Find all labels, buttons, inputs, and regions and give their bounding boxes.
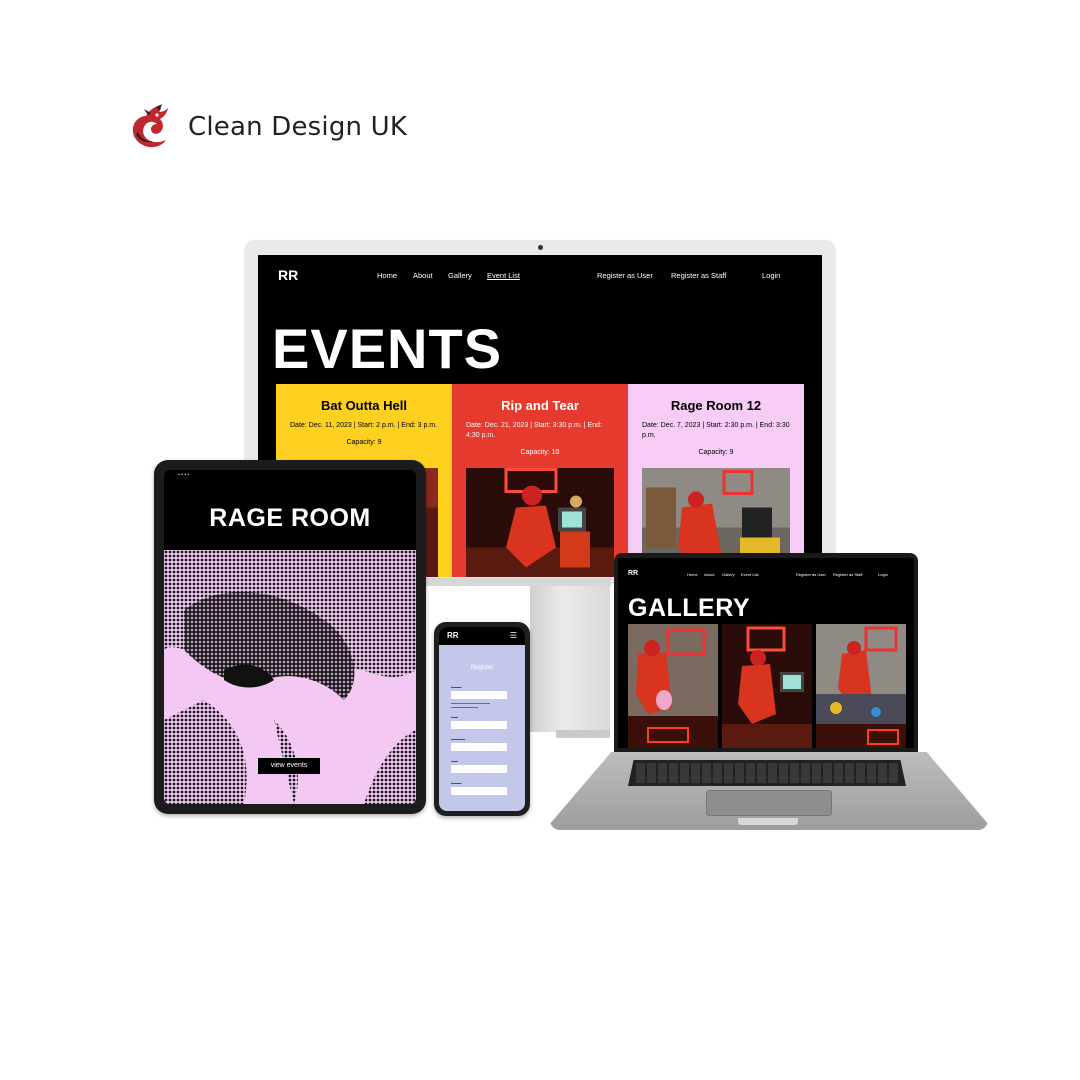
hero-image: view events [164,550,416,804]
field-label: ▬▬▬ [451,781,462,785]
event-capacity: Capacity: 9 [698,449,734,456]
event-title: Rip and Tear [501,398,579,413]
field-label: ▬▬ [451,759,458,763]
laptop-notch [738,818,798,825]
event-capacity: Capacity: 9 [346,439,382,446]
event-capacity: Capacity: 10 [520,449,560,456]
nav-link-gallery[interactable]: Gallery [448,271,472,280]
age-field[interactable] [451,765,507,773]
keyboard [628,760,906,786]
gallery-title: GALLERY [628,594,751,622]
hamburger-icon[interactable]: ☰ [510,631,517,640]
desktop-nav: RR Home About Gallery Event List Registe… [258,255,822,295]
nav-logo[interactable]: RR [628,570,638,577]
nav-link-home[interactable]: Home [687,572,698,577]
help-text: ▬▬▬▬▬▬▬▬▬▬▬▬▬ ▬▬▬▬▬▬▬▬▬ [451,701,490,709]
event-image [466,468,614,577]
email-field[interactable] [451,721,507,729]
monitor-chin [425,578,611,586]
event-date: Date: Dec. 21, 2023 | Start: 3:30 p.m. |… [466,422,602,439]
register-heading: Register [470,665,494,671]
event-title: Rage Room 12 [670,398,762,413]
gallery-image[interactable] [816,624,906,748]
trackpad[interactable] [706,790,832,816]
nav-link-gallery[interactable]: Gallery [722,572,735,577]
nav-link-event-list[interactable]: Event List [741,572,759,577]
nav-register-staff[interactable]: Register as Staff [671,271,726,280]
gallery-image[interactable] [722,624,812,748]
nav-link-about[interactable]: About [413,271,433,280]
phone-screen: RR ☰ Register ▬▬▬ ▬▬▬▬▬▬▬▬▬▬▬▬▬ ▬▬▬▬▬▬▬▬… [439,627,525,811]
field-label: ▬▬ [451,715,458,719]
phone-logo[interactable]: RR [447,631,459,640]
tablet-title: RAGE ROOM [209,504,371,532]
phone-number-field[interactable] [451,743,507,751]
laptop-screen: RR Home About Gallery Event List Registe… [618,558,914,748]
brand-name: Clean Design UK [188,112,408,142]
event-card[interactable]: Rage Room 12 Date: Dec. 7, 2023 | Start:… [628,384,804,577]
username-field[interactable] [451,691,507,699]
event-card[interactable]: Rip and Tear Date: Dec. 21, 2023 | Start… [452,384,628,577]
nav-link-about[interactable]: About [704,572,714,577]
laptop-device: RR Home About Gallery Event List Registe… [614,553,918,753]
nav-link-home[interactable]: Home [377,271,397,280]
nav-login[interactable]: Login [878,572,888,577]
dragon-logo-icon [132,104,168,148]
tablet-screen: ▪ ▪ ▪ ▪ RAGE ROOM view events [164,470,416,804]
gallery-image[interactable] [628,624,718,748]
nav-logo[interactable]: RR [278,267,298,283]
nav-register-staff[interactable]: Register as Staff [833,572,863,577]
tablet-device: ▪ ▪ ▪ ▪ RAGE ROOM view events [154,460,426,814]
event-date: Date: Dec. 7, 2023 | Start: 2:30 p.m. | … [642,422,790,439]
event-title: Bat Outta Hell [321,398,407,413]
event-date: Date: Dec. 11, 2023 | Start: 2 p.m. | En… [290,422,438,429]
brand-header: Clean Design UK [126,102,407,152]
phone-nav: RR ☰ [439,627,525,645]
nav-register-user[interactable]: Register as User [597,271,653,280]
password-field[interactable] [451,787,507,795]
nav-register-user[interactable]: Register as User [796,572,826,577]
page-title: EVENTS [272,317,503,380]
phone-device: RR ☰ Register ▬▬▬ ▬▬▬▬▬▬▬▬▬▬▬▬▬ ▬▬▬▬▬▬▬▬… [434,622,530,816]
camera-dot [538,245,543,250]
field-label: ▬▬▬ [451,685,462,689]
nav-link-event-list[interactable]: Event List [487,271,520,280]
status-bar: ▪ ▪ ▪ ▪ [178,472,190,478]
monitor-stand [530,586,610,732]
view-events-button[interactable]: view events [258,758,320,774]
field-label: ▬▬▬▬ [451,737,465,741]
nav-login[interactable]: Login [762,271,780,280]
monitor-foot [556,730,610,738]
